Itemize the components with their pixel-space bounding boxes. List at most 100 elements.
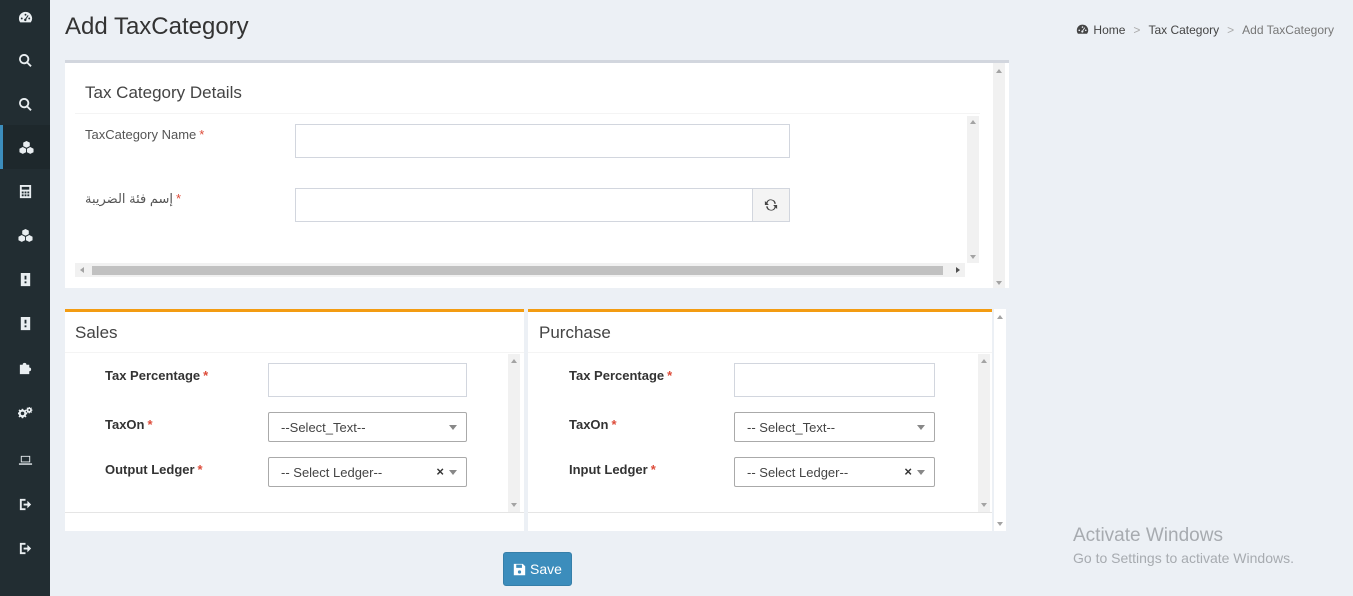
sign-out-icon — [19, 498, 31, 510]
scroll-down-arrow[interactable] — [970, 255, 976, 259]
page-title: Add TaxCategory — [65, 13, 249, 40]
details-outer-scrollbar[interactable] — [993, 63, 1005, 288]
refresh-button[interactable] — [752, 188, 790, 222]
purchase-tax-percentage-label-text: Tax Percentage — [569, 368, 665, 383]
required-mark: * — [203, 368, 209, 383]
arabic-name-label: *إسم فئة الضريبة — [85, 191, 181, 207]
scroll-right-arrow[interactable] — [956, 267, 960, 273]
book-icon — [20, 316, 30, 330]
gears-icon — [17, 406, 32, 418]
output-ledger-selected: -- Select Ledger-- — [281, 464, 383, 480]
sales-scrollbar[interactable] — [508, 354, 520, 512]
dropdown-arrow-icon — [449, 470, 457, 475]
sidebar-item-book-2[interactable] — [0, 301, 50, 345]
laptop-icon — [18, 455, 32, 465]
purchase-scrollbar[interactable] — [978, 354, 990, 512]
tax-category-name-input[interactable] — [295, 124, 790, 158]
required-mark: * — [197, 462, 203, 477]
clear-selection-icon[interactable]: × — [436, 464, 444, 479]
windows-activation-watermark: Activate Windows Go to Settings to activ… — [1073, 525, 1294, 566]
purchase-tax-percentage-label: Tax Percentage * — [569, 368, 672, 383]
refresh-icon — [764, 199, 778, 211]
scroll-left-arrow[interactable] — [80, 267, 84, 273]
sidebar-item-search-2[interactable] — [0, 82, 50, 126]
sidebar-item-plugins[interactable] — [0, 345, 50, 389]
scroll-up-arrow[interactable] — [511, 359, 517, 363]
watermark-line2: Go to Settings to activate Windows. — [1073, 550, 1294, 566]
scroll-up-arrow[interactable] — [997, 315, 1003, 319]
scroll-down-arrow[interactable] — [981, 503, 987, 507]
clear-selection-icon[interactable]: × — [904, 464, 912, 479]
purchase-box: Purchase Tax Percentage * TaxOn * -- Selec… — [528, 309, 992, 531]
sidebar-item-book-1[interactable] — [0, 257, 50, 301]
tax-category-name-label-text: TaxCategory Name — [85, 127, 197, 142]
purchase-footer-divider — [528, 512, 992, 513]
sales-taxon-selected: --Select_Text-- — [281, 419, 366, 435]
search-icon — [18, 97, 32, 111]
save-button-label: Save — [530, 561, 562, 577]
scroll-up-arrow[interactable] — [970, 120, 976, 124]
sign-out-icon — [19, 542, 31, 554]
arabic-name-input[interactable] — [295, 188, 753, 222]
sidebar-item-dashboard[interactable] — [0, 0, 50, 39]
purchase-taxon-select[interactable]: -- Select_Text-- — [734, 412, 935, 442]
purchase-divider — [528, 352, 992, 353]
sales-tax-percentage-label: Tax Percentage * — [105, 368, 208, 383]
dashboard-icon — [1077, 24, 1089, 34]
required-mark: * — [147, 417, 153, 432]
required-mark: * — [650, 462, 656, 477]
required-mark: * — [611, 417, 617, 432]
save-button[interactable]: Save — [503, 552, 572, 586]
sales-box-title: Sales — [75, 323, 118, 342]
sales-box: Sales Tax Percentage * TaxOn * --Select_Te… — [65, 309, 524, 531]
required-mark: * — [667, 368, 673, 383]
details-inner-scrollbar[interactable] — [967, 116, 979, 263]
sidebar-item-settings[interactable] — [0, 391, 50, 435]
cubes-icon — [17, 228, 33, 242]
scroll-up-arrow[interactable] — [996, 69, 1002, 73]
sales-tax-percentage-input[interactable] — [268, 363, 467, 397]
scroll-down-arrow[interactable] — [996, 281, 1002, 285]
sales-taxon-label-text: TaxOn — [105, 417, 145, 432]
details-divider — [75, 113, 980, 114]
breadcrumb-separator: > — [1227, 23, 1235, 37]
search-icon — [18, 53, 32, 67]
tax-category-details-box: Tax Category Details TaxCategory Name * *… — [65, 60, 1009, 288]
sidebar-item-logout-1[interactable] — [0, 482, 50, 526]
output-ledger-label: Output Ledger * — [105, 462, 203, 477]
sidebar-item-devices[interactable] — [0, 438, 50, 482]
dashboard-icon — [18, 11, 32, 22]
purchase-box-title: Purchase — [539, 323, 611, 342]
output-ledger-label-text: Output Ledger — [105, 462, 195, 477]
purchase-tax-percentage-input[interactable] — [734, 363, 935, 397]
breadcrumb-home[interactable]: Home — [1076, 23, 1125, 37]
sidebar-item-products[interactable] — [0, 213, 50, 257]
input-ledger-select[interactable]: -- Select Ledger-- × — [734, 457, 935, 487]
sidebar-item-logout-2[interactable] — [0, 526, 50, 570]
cubes-icon — [19, 140, 34, 154]
sidebar-item-search-1[interactable] — [0, 38, 50, 82]
scroll-down-arrow[interactable] — [511, 503, 517, 507]
dropdown-arrow-icon — [917, 470, 925, 475]
input-ledger-label: Input Ledger * — [569, 462, 656, 477]
input-ledger-selected: -- Select Ledger-- — [747, 464, 849, 480]
breadcrumb-current: Add TaxCategory — [1242, 23, 1334, 37]
watermark-line1: Activate Windows — [1073, 525, 1223, 546]
details-horizontal-scrollbar[interactable] — [75, 263, 965, 277]
sales-footer-divider — [65, 512, 524, 513]
calculator-icon — [19, 184, 31, 198]
sales-taxon-select[interactable]: --Select_Text-- — [268, 412, 467, 442]
sidebar-item-calculator[interactable] — [0, 169, 50, 213]
sales-divider — [65, 352, 524, 353]
scroll-up-arrow[interactable] — [981, 359, 987, 363]
purchase-taxon-selected: -- Select_Text-- — [747, 419, 836, 435]
output-ledger-select[interactable]: -- Select Ledger-- × — [268, 457, 467, 487]
scroll-thumb[interactable] — [92, 266, 943, 275]
tax-category-name-label: TaxCategory Name * — [85, 127, 204, 142]
lower-section-scrollbar[interactable] — [994, 309, 1006, 531]
breadcrumb-separator: > — [1133, 23, 1141, 37]
scroll-down-arrow[interactable] — [997, 522, 1003, 526]
sidebar-item-tax-category[interactable] — [0, 125, 50, 169]
sales-tax-percentage-label-text: Tax Percentage — [105, 368, 201, 383]
breadcrumb-section[interactable]: Tax Category — [1148, 23, 1219, 37]
